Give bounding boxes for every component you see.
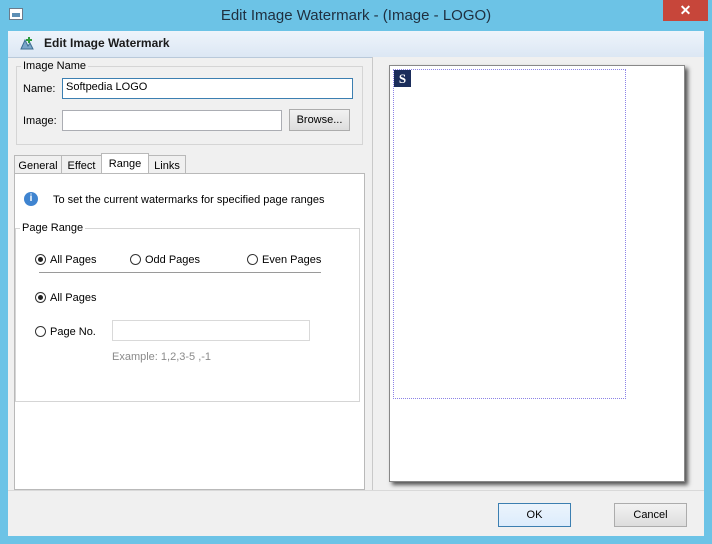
page-no-label: Page No. bbox=[50, 326, 96, 338]
even-pages-radio[interactable] bbox=[247, 254, 258, 265]
page-no-field[interactable] bbox=[112, 320, 310, 341]
image-label: Image: bbox=[23, 115, 57, 127]
page-margin-outline bbox=[393, 69, 626, 399]
tab-general[interactable]: General bbox=[14, 155, 62, 175]
ok-button[interactable]: OK bbox=[498, 503, 571, 527]
watermark-logo: S bbox=[394, 70, 411, 87]
tab-range[interactable]: Range bbox=[101, 153, 149, 175]
close-button[interactable]: ✕ bbox=[663, 0, 708, 21]
add-image-icon bbox=[19, 36, 35, 52]
all-pages-subset-radio[interactable] bbox=[35, 254, 46, 265]
odd-pages-label: Odd Pages bbox=[145, 254, 201, 266]
name-label: Name: bbox=[23, 83, 56, 95]
header-title: Edit Image Watermark bbox=[44, 36, 170, 50]
image-path-field[interactable] bbox=[62, 110, 282, 131]
subset-divider bbox=[39, 272, 321, 273]
odd-pages-radio[interactable] bbox=[130, 254, 141, 265]
name-field[interactable]: Softpedia LOGO bbox=[62, 78, 353, 99]
browse-button[interactable]: Browse... bbox=[289, 109, 350, 131]
cancel-button[interactable]: Cancel bbox=[614, 503, 687, 527]
image-name-group-label: Image Name bbox=[21, 60, 88, 72]
page-no-example: Example: 1,2,3-5 ,-1 bbox=[112, 351, 212, 363]
page-no-radio[interactable] bbox=[35, 326, 46, 337]
footer-separator bbox=[8, 490, 704, 491]
range-info-text: To set the current watermarks for specif… bbox=[53, 194, 325, 206]
window-title: Edit Image Watermark - (Image - LOGO) bbox=[220, 7, 492, 24]
all-pages-subset-label: All Pages bbox=[50, 254, 97, 266]
even-pages-label: Even Pages bbox=[262, 254, 322, 266]
info-icon: i bbox=[24, 192, 38, 206]
tab-effect[interactable]: Effect bbox=[61, 155, 102, 175]
tab-links[interactable]: Links bbox=[148, 155, 186, 175]
all-pages-range-radio[interactable] bbox=[35, 292, 46, 303]
all-pages-range-label: All Pages bbox=[50, 292, 97, 304]
page-range-group-label: Page Range bbox=[20, 222, 86, 234]
